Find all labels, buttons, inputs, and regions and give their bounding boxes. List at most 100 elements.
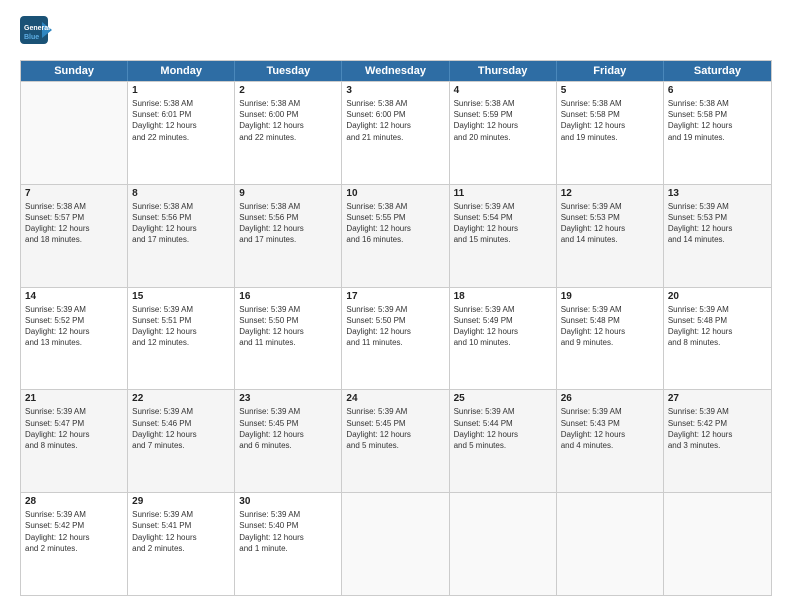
day-number: 14 — [25, 291, 123, 302]
day-cell-4: 4 Sunrise: 5:38 AM Sunset: 5:59 PM Daylig… — [450, 82, 557, 184]
day-info: Sunrise: 5:39 AM Sunset: 5:40 PM Dayligh… — [239, 509, 337, 554]
header-day-tuesday: Tuesday — [235, 61, 342, 81]
day-info: Sunrise: 5:39 AM Sunset: 5:47 PM Dayligh… — [25, 406, 123, 451]
day-info: Sunrise: 5:39 AM Sunset: 5:50 PM Dayligh… — [239, 304, 337, 349]
day-cell-24: 24 Sunrise: 5:39 AM Sunset: 5:45 PM Dayli… — [342, 390, 449, 492]
day-number: 6 — [668, 85, 767, 96]
day-number: 17 — [346, 291, 444, 302]
week-row-2: 7 Sunrise: 5:38 AM Sunset: 5:57 PM Daylig… — [21, 184, 771, 287]
day-cell-7: 7 Sunrise: 5:38 AM Sunset: 5:57 PM Daylig… — [21, 185, 128, 287]
day-info: Sunrise: 5:39 AM Sunset: 5:48 PM Dayligh… — [561, 304, 659, 349]
day-info: Sunrise: 5:39 AM Sunset: 5:53 PM Dayligh… — [668, 201, 767, 246]
day-info: Sunrise: 5:38 AM Sunset: 5:59 PM Dayligh… — [454, 98, 552, 143]
header-day-thursday: Thursday — [450, 61, 557, 81]
day-cell-30: 30 Sunrise: 5:39 AM Sunset: 5:40 PM Dayli… — [235, 493, 342, 595]
header-day-monday: Monday — [128, 61, 235, 81]
day-number: 19 — [561, 291, 659, 302]
day-cell-8: 8Sunrise: 5:38 AM Sunset: 5:56 PM Daylig… — [128, 185, 235, 287]
day-info: Sunrise: 5:39 AM Sunset: 5:44 PM Dayligh… — [454, 406, 552, 451]
day-info: Sunrise: 5:38 AM Sunset: 5:58 PM Dayligh… — [668, 98, 767, 143]
calendar-body: 1Sunrise: 5:38 AM Sunset: 6:01 PM Daylig… — [21, 81, 771, 595]
day-info: Sunrise: 5:39 AM Sunset: 5:45 PM Dayligh… — [346, 406, 444, 451]
week-row-4: 21 Sunrise: 5:39 AM Sunset: 5:47 PM Dayli… — [21, 389, 771, 492]
day-info: Sunrise: 5:38 AM Sunset: 5:56 PM Dayligh… — [132, 201, 230, 246]
day-info: Sunrise: 5:39 AM Sunset: 5:53 PM Dayligh… — [561, 201, 659, 246]
day-cell-1: 1Sunrise: 5:38 AM Sunset: 6:01 PM Daylig… — [128, 82, 235, 184]
header-day-friday: Friday — [557, 61, 664, 81]
day-number: 18 — [454, 291, 552, 302]
day-number: 3 — [346, 85, 444, 96]
day-cell-10: 10 Sunrise: 5:38 AM Sunset: 5:55 PM Dayli… — [342, 185, 449, 287]
day-cell-5: 5 Sunrise: 5:38 AM Sunset: 5:58 PM Daylig… — [557, 82, 664, 184]
day-cell-22: 22Sunrise: 5:39 AM Sunset: 5:46 PM Dayli… — [128, 390, 235, 492]
day-cell-9: 9 Sunrise: 5:38 AM Sunset: 5:56 PM Daylig… — [235, 185, 342, 287]
day-number: 24 — [346, 393, 444, 404]
empty-cell — [664, 493, 771, 595]
empty-cell — [21, 82, 128, 184]
day-cell-25: 25 Sunrise: 5:39 AM Sunset: 5:44 PM Dayli… — [450, 390, 557, 492]
day-cell-15: 15Sunrise: 5:39 AM Sunset: 5:51 PM Dayli… — [128, 288, 235, 390]
day-info: Sunrise: 5:39 AM Sunset: 5:49 PM Dayligh… — [454, 304, 552, 349]
day-info: Sunrise: 5:39 AM Sunset: 5:41 PM Dayligh… — [132, 509, 230, 554]
header-day-saturday: Saturday — [664, 61, 771, 81]
day-number: 7 — [25, 188, 123, 199]
header: General Blue — [20, 16, 772, 52]
day-info: Sunrise: 5:38 AM Sunset: 5:57 PM Dayligh… — [25, 201, 123, 246]
day-info: Sunrise: 5:39 AM Sunset: 5:48 PM Dayligh… — [668, 304, 767, 349]
day-number: 29 — [132, 496, 230, 507]
day-number: 4 — [454, 85, 552, 96]
day-number: 9 — [239, 188, 337, 199]
day-cell-20: 20 Sunrise: 5:39 AM Sunset: 5:48 PM Dayli… — [664, 288, 771, 390]
empty-cell — [342, 493, 449, 595]
day-cell-19: 19 Sunrise: 5:39 AM Sunset: 5:48 PM Dayli… — [557, 288, 664, 390]
day-cell-16: 16 Sunrise: 5:39 AM Sunset: 5:50 PM Dayli… — [235, 288, 342, 390]
day-info: Sunrise: 5:38 AM Sunset: 6:00 PM Dayligh… — [346, 98, 444, 143]
day-number: 28 — [25, 496, 123, 507]
day-number: 21 — [25, 393, 123, 404]
logo: General Blue — [20, 16, 52, 52]
day-number: 27 — [668, 393, 767, 404]
day-info: Sunrise: 5:39 AM Sunset: 5:51 PM Dayligh… — [132, 304, 230, 349]
day-cell-23: 23 Sunrise: 5:39 AM Sunset: 5:45 PM Dayli… — [235, 390, 342, 492]
day-info: Sunrise: 5:38 AM Sunset: 6:00 PM Dayligh… — [239, 98, 337, 143]
day-cell-13: 13 Sunrise: 5:39 AM Sunset: 5:53 PM Dayli… — [664, 185, 771, 287]
day-number: 30 — [239, 496, 337, 507]
day-number: 25 — [454, 393, 552, 404]
day-info: Sunrise: 5:39 AM Sunset: 5:45 PM Dayligh… — [239, 406, 337, 451]
day-info: Sunrise: 5:38 AM Sunset: 5:56 PM Dayligh… — [239, 201, 337, 246]
day-cell-6: 6 Sunrise: 5:38 AM Sunset: 5:58 PM Daylig… — [664, 82, 771, 184]
day-info: Sunrise: 5:39 AM Sunset: 5:43 PM Dayligh… — [561, 406, 659, 451]
day-info: Sunrise: 5:38 AM Sunset: 6:01 PM Dayligh… — [132, 98, 230, 143]
empty-cell — [557, 493, 664, 595]
calendar-header: SundayMondayTuesdayWednesdayThursdayFrid… — [21, 61, 771, 81]
day-cell-17: 17 Sunrise: 5:39 AM Sunset: 5:50 PM Dayli… — [342, 288, 449, 390]
day-number: 12 — [561, 188, 659, 199]
day-cell-3: 3 Sunrise: 5:38 AM Sunset: 6:00 PM Daylig… — [342, 82, 449, 184]
day-info: Sunrise: 5:39 AM Sunset: 5:54 PM Dayligh… — [454, 201, 552, 246]
day-cell-21: 21 Sunrise: 5:39 AM Sunset: 5:47 PM Dayli… — [21, 390, 128, 492]
header-day-sunday: Sunday — [21, 61, 128, 81]
day-cell-26: 26 Sunrise: 5:39 AM Sunset: 5:43 PM Dayli… — [557, 390, 664, 492]
day-cell-2: 2 Sunrise: 5:38 AM Sunset: 6:00 PM Daylig… — [235, 82, 342, 184]
day-number: 13 — [668, 188, 767, 199]
day-cell-29: 29 Sunrise: 5:39 AM Sunset: 5:41 PM Dayli… — [128, 493, 235, 595]
day-number: 5 — [561, 85, 659, 96]
day-number: 16 — [239, 291, 337, 302]
week-row-1: 1Sunrise: 5:38 AM Sunset: 6:01 PM Daylig… — [21, 81, 771, 184]
day-info: Sunrise: 5:39 AM Sunset: 5:50 PM Dayligh… — [346, 304, 444, 349]
day-number: 26 — [561, 393, 659, 404]
empty-cell — [450, 493, 557, 595]
day-number: 22 — [132, 393, 230, 404]
day-number: 10 — [346, 188, 444, 199]
day-info: Sunrise: 5:38 AM Sunset: 5:58 PM Dayligh… — [561, 98, 659, 143]
day-number: 20 — [668, 291, 767, 302]
day-info: Sunrise: 5:38 AM Sunset: 5:55 PM Dayligh… — [346, 201, 444, 246]
calendar: SundayMondayTuesdayWednesdayThursdayFrid… — [20, 60, 772, 596]
day-cell-28: 28 Sunrise: 5:39 AM Sunset: 5:42 PM Dayli… — [21, 493, 128, 595]
page: General Blue SundayMondayTuesdayWednesda… — [0, 0, 792, 612]
day-number: 23 — [239, 393, 337, 404]
day-info: Sunrise: 5:39 AM Sunset: 5:42 PM Dayligh… — [25, 509, 123, 554]
day-number: 11 — [454, 188, 552, 199]
day-number: 2 — [239, 85, 337, 96]
week-row-3: 14Sunrise: 5:39 AM Sunset: 5:52 PM Dayli… — [21, 287, 771, 390]
